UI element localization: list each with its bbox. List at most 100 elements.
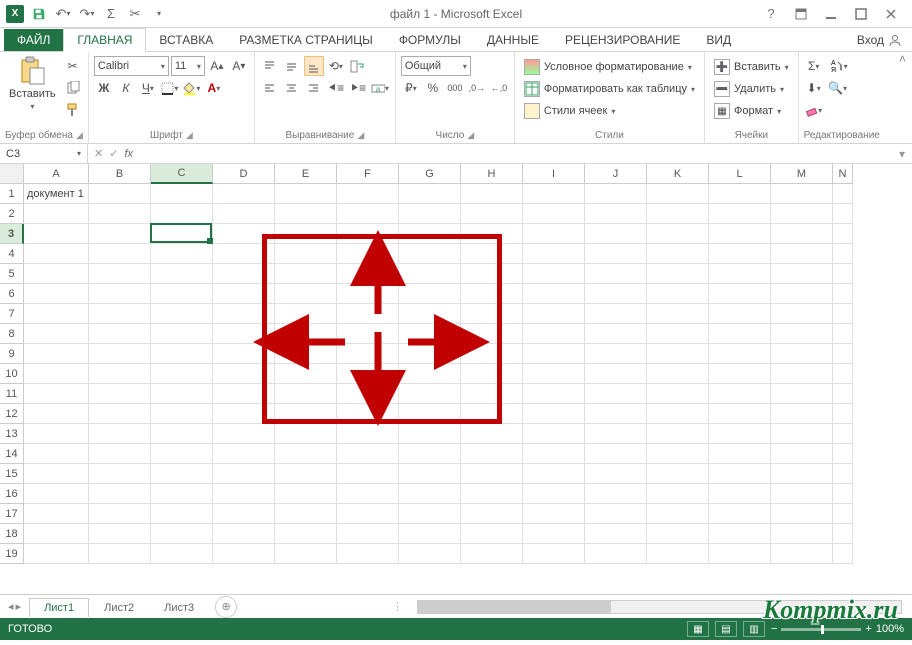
cell[interactable] xyxy=(151,524,213,544)
cell[interactable] xyxy=(585,544,647,564)
col-header-A[interactable]: A xyxy=(24,164,89,184)
cell[interactable] xyxy=(24,224,89,244)
row-header-8[interactable]: 8 xyxy=(0,324,24,344)
cell[interactable] xyxy=(523,244,585,264)
cell[interactable] xyxy=(89,364,151,384)
cell[interactable] xyxy=(213,404,275,424)
align-middle-button[interactable] xyxy=(282,56,302,76)
collapse-ribbon-icon[interactable]: ˄ xyxy=(899,52,906,66)
sheet-tab-1[interactable]: Лист1 xyxy=(29,598,89,617)
page-layout-view-button[interactable]: ▤ xyxy=(715,621,737,637)
cell[interactable] xyxy=(771,444,833,464)
cell[interactable] xyxy=(709,544,771,564)
cell[interactable] xyxy=(833,264,853,284)
cell[interactable] xyxy=(585,204,647,224)
cell[interactable] xyxy=(771,544,833,564)
cell[interactable] xyxy=(709,344,771,364)
cell[interactable] xyxy=(213,424,275,444)
enter-icon[interactable]: ✓ xyxy=(109,147,118,160)
cell[interactable] xyxy=(337,244,399,264)
cell[interactable] xyxy=(647,544,709,564)
cell[interactable] xyxy=(647,204,709,224)
row-header-16[interactable]: 16 xyxy=(0,484,24,504)
cell[interactable] xyxy=(151,484,213,504)
cell[interactable] xyxy=(213,264,275,284)
cell[interactable] xyxy=(213,244,275,264)
cell[interactable] xyxy=(771,324,833,344)
cell[interactable] xyxy=(833,464,853,484)
cell[interactable] xyxy=(709,324,771,344)
help-icon[interactable]: ? xyxy=(758,3,784,25)
percent-button[interactable]: % xyxy=(423,78,443,98)
fx-icon[interactable]: fx xyxy=(124,148,133,160)
comma-button[interactable]: 000 xyxy=(445,78,465,98)
align-top-button[interactable] xyxy=(260,56,280,76)
col-header-M[interactable]: M xyxy=(771,164,833,184)
cell[interactable] xyxy=(275,384,337,404)
cell[interactable] xyxy=(523,344,585,364)
cell[interactable] xyxy=(151,284,213,304)
cell[interactable] xyxy=(523,384,585,404)
col-header-N[interactable]: N xyxy=(833,164,853,184)
cell[interactable] xyxy=(523,204,585,224)
row-header-13[interactable]: 13 xyxy=(0,424,24,444)
cell[interactable] xyxy=(151,304,213,324)
cell[interactable] xyxy=(461,424,523,444)
cell[interactable] xyxy=(461,184,523,204)
cell[interactable] xyxy=(337,204,399,224)
cell[interactable] xyxy=(337,384,399,404)
cell[interactable] xyxy=(647,344,709,364)
cell[interactable] xyxy=(151,344,213,364)
cell[interactable] xyxy=(399,544,461,564)
cell[interactable] xyxy=(461,404,523,424)
cell[interactable] xyxy=(647,464,709,484)
tab-scroll-left-icon[interactable]: ◂ xyxy=(8,600,14,613)
cell[interactable] xyxy=(585,304,647,324)
orientation-button[interactable]: ⟲▾ xyxy=(326,56,346,76)
cell[interactable] xyxy=(151,364,213,384)
cell[interactable] xyxy=(337,484,399,504)
cell[interactable] xyxy=(709,304,771,324)
ribbon-options-icon[interactable] xyxy=(788,3,814,25)
cell[interactable] xyxy=(585,344,647,364)
cell[interactable] xyxy=(337,504,399,524)
cut-icon[interactable]: ✂ xyxy=(124,3,146,25)
cell[interactable] xyxy=(833,424,853,444)
cell[interactable] xyxy=(151,424,213,444)
bold-button[interactable]: Ж xyxy=(94,78,114,98)
cell[interactable] xyxy=(89,484,151,504)
cell[interactable] xyxy=(585,244,647,264)
cell[interactable] xyxy=(24,464,89,484)
cell[interactable] xyxy=(24,244,89,264)
cell[interactable] xyxy=(24,524,89,544)
autosum-button[interactable]: Σ▾ xyxy=(804,56,824,76)
cell[interactable] xyxy=(24,404,89,424)
cell[interactable] xyxy=(647,304,709,324)
cell[interactable] xyxy=(24,264,89,284)
normal-view-button[interactable]: ▦ xyxy=(687,621,709,637)
new-sheet-button[interactable]: ⊕ xyxy=(215,596,237,618)
row-header-12[interactable]: 12 xyxy=(0,404,24,424)
cell[interactable] xyxy=(213,304,275,324)
row-header-4[interactable]: 4 xyxy=(0,244,24,264)
cell[interactable] xyxy=(151,264,213,284)
cell[interactable] xyxy=(399,444,461,464)
cell[interactable] xyxy=(461,464,523,484)
cell[interactable] xyxy=(24,484,89,504)
copy-button[interactable] xyxy=(63,78,83,98)
cell[interactable] xyxy=(461,524,523,544)
tab-scroll-right-icon[interactable]: ▸ xyxy=(16,600,22,613)
cell[interactable] xyxy=(24,324,89,344)
cell[interactable] xyxy=(461,204,523,224)
font-size-select[interactable]: 11▾ xyxy=(171,56,205,76)
excel-icon[interactable]: X xyxy=(4,3,26,25)
number-format-select[interactable]: Общий▾ xyxy=(401,56,471,76)
cell[interactable] xyxy=(647,184,709,204)
cell[interactable] xyxy=(771,304,833,324)
cell[interactable] xyxy=(337,364,399,384)
minimize-icon[interactable] xyxy=(818,3,844,25)
border-button[interactable]: ▾ xyxy=(160,78,180,98)
cell[interactable] xyxy=(275,404,337,424)
row-header-3[interactable]: 3 xyxy=(0,224,24,244)
cell[interactable] xyxy=(151,384,213,404)
